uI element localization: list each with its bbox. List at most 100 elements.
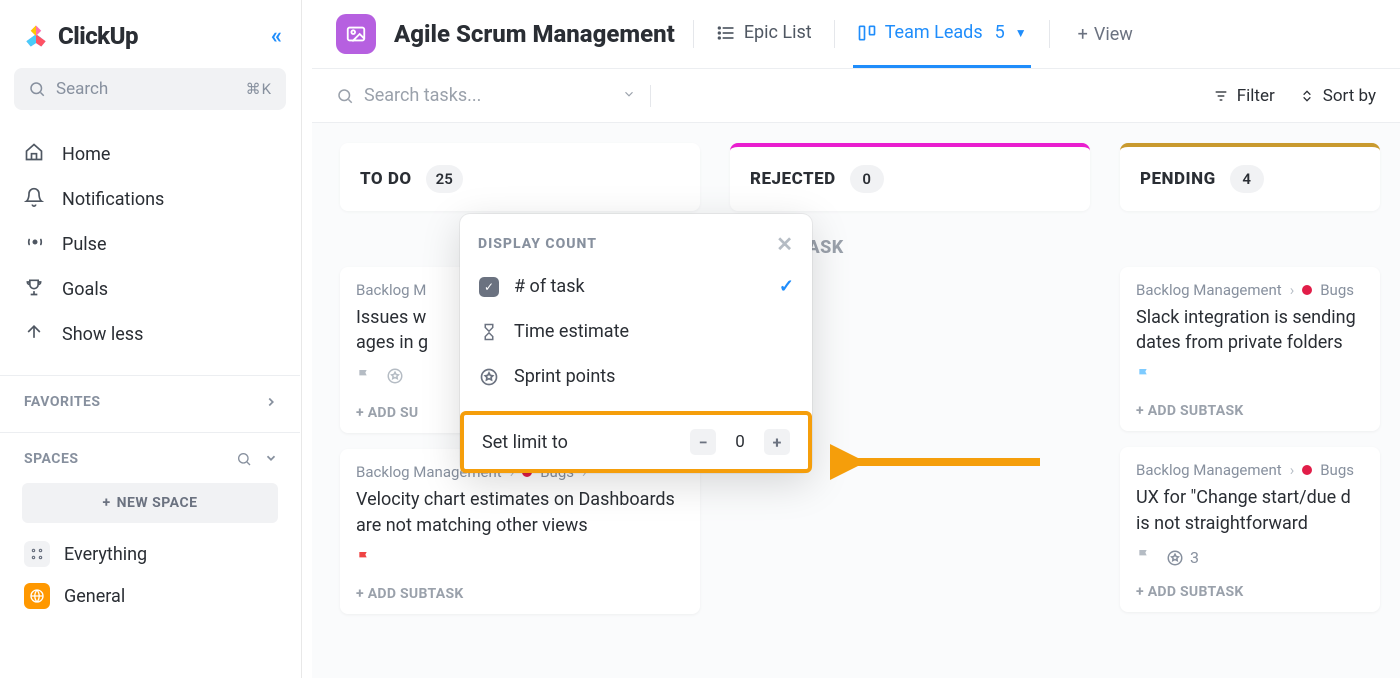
spaces-header[interactable]: SPACES — [0, 432, 300, 475]
crumb-folder[interactable]: Backlog Management — [1136, 281, 1282, 299]
card-title: UX for "Change start/due d is not straig… — [1136, 485, 1364, 535]
page-title: Agile Scrum Management — [394, 20, 675, 48]
add-subtask-button[interactable]: + ADD SUBTASK — [1136, 403, 1364, 419]
collapse-sidebar-button[interactable]: « — [271, 24, 282, 49]
separator — [693, 20, 694, 48]
search-icon — [336, 87, 354, 105]
favorites-label: FAVORITES — [24, 394, 101, 410]
grid-icon — [24, 541, 50, 567]
column-name: REJECTED — [750, 169, 836, 189]
brand-logo[interactable]: ClickUp — [22, 22, 138, 50]
tab-label: Team Leads — [885, 22, 983, 43]
flag-icon[interactable] — [356, 550, 372, 570]
home-icon — [24, 142, 46, 167]
column-count[interactable]: 25 — [426, 165, 463, 193]
tab-team-leads[interactable]: Team Leads 5 ▼ — [853, 1, 1031, 68]
decrement-button[interactable]: − — [690, 429, 716, 455]
chevron-down-icon[interactable] — [622, 85, 636, 106]
column-count[interactable]: 4 — [1230, 165, 1264, 193]
bell-icon — [24, 187, 46, 212]
display-count-popover: DISPLAY COUNT ✕ ✓ # of task ✓ Time estim… — [460, 214, 812, 473]
pulse-icon — [24, 232, 46, 257]
crumb-folder[interactable]: Backlog Management — [1136, 461, 1282, 479]
nav-notifications[interactable]: Notifications — [0, 177, 300, 222]
chevron-right-icon: › — [1290, 281, 1295, 299]
crumb-list[interactable]: Bugs — [1320, 461, 1354, 479]
plus-icon: + — [103, 495, 111, 511]
limit-value[interactable]: 0 — [726, 432, 754, 452]
favorites-header[interactable]: FAVORITES — [0, 375, 300, 418]
sprint-points[interactable]: 3 — [1166, 548, 1199, 567]
tab-count: 5 — [995, 22, 1005, 43]
sprint-points-icon — [1166, 549, 1184, 567]
sprint-points-icon — [478, 367, 500, 387]
list-icon — [716, 23, 736, 43]
crumb-folder[interactable]: Backlog M — [356, 281, 426, 299]
new-space-button[interactable]: + NEW SPACE — [22, 483, 278, 523]
nav-label: Goals — [62, 279, 108, 300]
plus-icon: + — [1078, 24, 1088, 45]
nav-label: Show less — [62, 324, 143, 345]
column-header[interactable]: TO DO 25 — [340, 143, 700, 211]
globe-icon — [24, 583, 50, 609]
new-space-label: NEW SPACE — [117, 495, 198, 511]
folder-icon[interactable] — [336, 14, 376, 54]
nav-goals[interactable]: Goals — [0, 267, 300, 312]
option-number-of-task[interactable]: ✓ # of task ✓ — [460, 264, 812, 309]
column-header[interactable]: PENDING 4 — [1120, 143, 1380, 211]
chevron-right-icon — [264, 395, 278, 409]
flag-icon[interactable] — [1136, 367, 1152, 387]
space-label: General — [64, 586, 125, 607]
search-icon[interactable] — [236, 451, 252, 467]
brand-name: ClickUp — [58, 22, 138, 50]
space-everything[interactable]: Everything — [0, 533, 300, 575]
limit-label: Set limit to — [482, 432, 680, 453]
trophy-icon — [24, 277, 46, 302]
nav-label: Pulse — [62, 234, 107, 255]
filter-label: Filter — [1237, 86, 1275, 106]
task-search-placeholder: Search tasks... — [364, 85, 481, 106]
close-icon[interactable]: ✕ — [776, 232, 794, 256]
column-name: TO DO — [360, 169, 412, 189]
task-card[interactable]: Backlog Management › Bugs Slack integrat… — [1120, 267, 1380, 431]
add-view-button[interactable]: + View — [1078, 24, 1133, 45]
column-header[interactable]: REJECTED 0 — [730, 143, 1090, 211]
space-general[interactable]: General — [0, 575, 300, 617]
add-subtask-button[interactable]: + ADD SUBTASK — [356, 586, 684, 602]
sprint-points-icon[interactable] — [386, 367, 404, 389]
nav-home[interactable]: Home — [0, 132, 300, 177]
sort-by-button[interactable]: Sort by — [1299, 86, 1376, 106]
space-label: Everything — [64, 544, 147, 565]
checkbox-icon: ✓ — [478, 277, 500, 297]
nav-label: Home — [62, 144, 110, 165]
nav-pulse[interactable]: Pulse — [0, 222, 300, 267]
task-search[interactable]: Search tasks... — [336, 85, 636, 106]
search-placeholder: Search — [56, 79, 236, 99]
crumb-list[interactable]: Bugs — [1320, 281, 1354, 299]
separator — [650, 85, 651, 107]
spaces-label: SPACES — [24, 451, 78, 467]
status-dot-icon — [1302, 465, 1312, 475]
tab-epic-list[interactable]: Epic List — [712, 1, 816, 68]
filter-button[interactable]: Filter — [1213, 86, 1275, 106]
add-subtask-button[interactable]: + ADD SUBTASK — [1136, 584, 1364, 600]
sidebar-search[interactable]: Search ⌘K — [14, 68, 286, 110]
increment-button[interactable]: + — [764, 429, 790, 455]
column-count[interactable]: 0 — [850, 165, 884, 193]
sort-icon — [1299, 88, 1315, 104]
flag-icon[interactable] — [356, 368, 372, 388]
caret-down-icon: ▼ — [1015, 26, 1027, 40]
chevron-down-icon[interactable] — [264, 451, 278, 465]
option-sprint-points[interactable]: Sprint points — [460, 354, 812, 399]
hourglass-icon — [478, 323, 500, 341]
task-card[interactable]: Backlog Management › Bugs UX for "Change… — [1120, 447, 1380, 611]
add-view-label: View — [1094, 24, 1133, 45]
points-value: 3 — [1190, 548, 1199, 567]
flag-icon[interactable] — [1136, 548, 1152, 568]
separator — [834, 20, 835, 48]
nav-show-less[interactable]: Show less — [0, 312, 300, 357]
option-label: # of task — [514, 276, 585, 297]
option-time-estimate[interactable]: Time estimate — [460, 309, 812, 354]
popover-title: DISPLAY COUNT — [478, 236, 597, 252]
task-card[interactable]: Backlog Management › Bugs › Velocity cha… — [340, 449, 700, 613]
